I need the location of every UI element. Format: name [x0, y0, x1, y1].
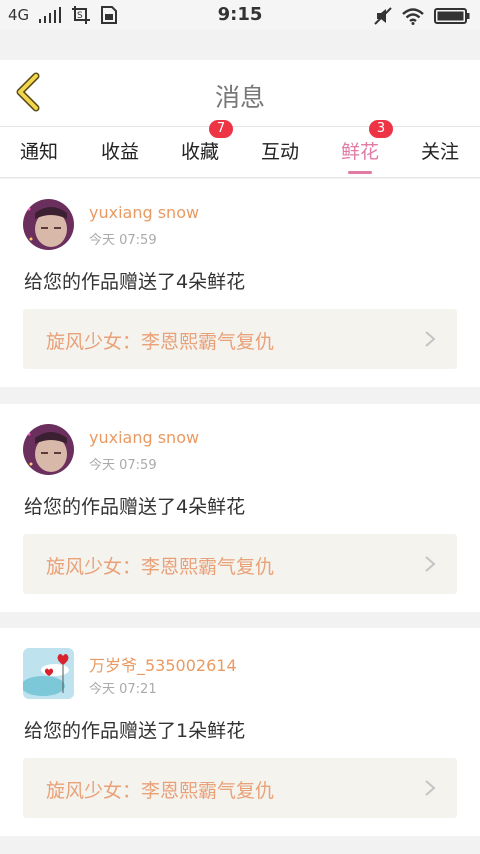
tab-label: 收藏 [181, 141, 220, 163]
chevron-right-icon [425, 780, 436, 796]
tab-label: 收益 [101, 141, 140, 163]
tab-interactions[interactable]: 互动 [261, 137, 299, 164]
work-title: 旋风少女：李恩熙霸气复仇 [46, 780, 275, 802]
work-link[interactable]: 旋风少女：李恩熙霸气复仇 [23, 758, 457, 818]
tab-favorites[interactable]: 收藏 7 [181, 120, 234, 164]
work-title: 旋风少女：李恩熙霸气复仇 [46, 331, 275, 353]
user-avatar-image [23, 424, 74, 475]
user-avatar-image [23, 648, 74, 699]
message-card: yuxiang snow 今天 07:59 给您的作品赠送了4朵鲜花 旋风少女：… [0, 404, 480, 612]
tab-earnings[interactable]: 收益 [101, 137, 139, 164]
avatar[interactable] [23, 424, 74, 475]
message-text: 给您的作品赠送了1朵鲜花 [24, 720, 246, 742]
avatar[interactable] [23, 648, 74, 699]
message-card: yuxiang snow 今天 07:59 给您的作品赠送了4朵鲜花 旋风少女：… [0, 179, 480, 387]
tab-label: 互动 [261, 141, 300, 163]
username[interactable]: yuxiang snow [89, 428, 199, 447]
flowers-badge: 3 [369, 120, 394, 138]
tab-notifications[interactable]: 通知 [20, 137, 58, 164]
favorites-badge: 7 [209, 120, 234, 138]
wifi-icon [402, 7, 424, 25]
mute-icon [374, 7, 392, 25]
tab-following[interactable]: 关注 [421, 137, 459, 164]
status-right [374, 7, 470, 25]
message-text: 给您的作品赠送了4朵鲜花 [24, 271, 246, 293]
page-title: 消息 [214, 83, 265, 112]
work-link[interactable]: 旋风少女：李恩熙霸气复仇 [23, 534, 457, 594]
chevron-right-icon [425, 331, 436, 347]
timestamp: 今天 07:59 [89, 233, 157, 248]
avatar[interactable] [23, 199, 74, 250]
message-text: 给您的作品赠送了4朵鲜花 [24, 496, 246, 518]
work-link[interactable]: 旋风少女：李恩熙霸气复仇 [23, 309, 457, 369]
tab-flowers[interactable]: 鲜花 3 [341, 120, 394, 174]
battery-icon [434, 8, 470, 24]
work-title: 旋风少女：李恩熙霸气复仇 [46, 556, 275, 578]
tab-label: 鲜花 [341, 141, 380, 163]
chevron-right-icon [425, 556, 436, 572]
username[interactable]: 万岁爷_535002614 [89, 652, 237, 676]
active-tab-indicator [348, 171, 372, 174]
header: 消息 [0, 60, 480, 126]
timestamp: 今天 07:21 [89, 682, 157, 697]
timestamp: 今天 07:59 [89, 458, 157, 473]
user-avatar-image [23, 199, 74, 250]
tab-label: 关注 [421, 141, 460, 163]
username[interactable]: yuxiang snow [89, 203, 199, 222]
tab-bar: 通知 收益 收藏 7 互动 鲜花 3 关注 [0, 120, 480, 178]
tab-label: 通知 [20, 141, 59, 163]
message-card: 万岁爷_535002614 今天 07:21 给您的作品赠送了1朵鲜花 旋风少女… [0, 628, 480, 836]
status-bar: 4G S 9:15 [0, 0, 480, 30]
